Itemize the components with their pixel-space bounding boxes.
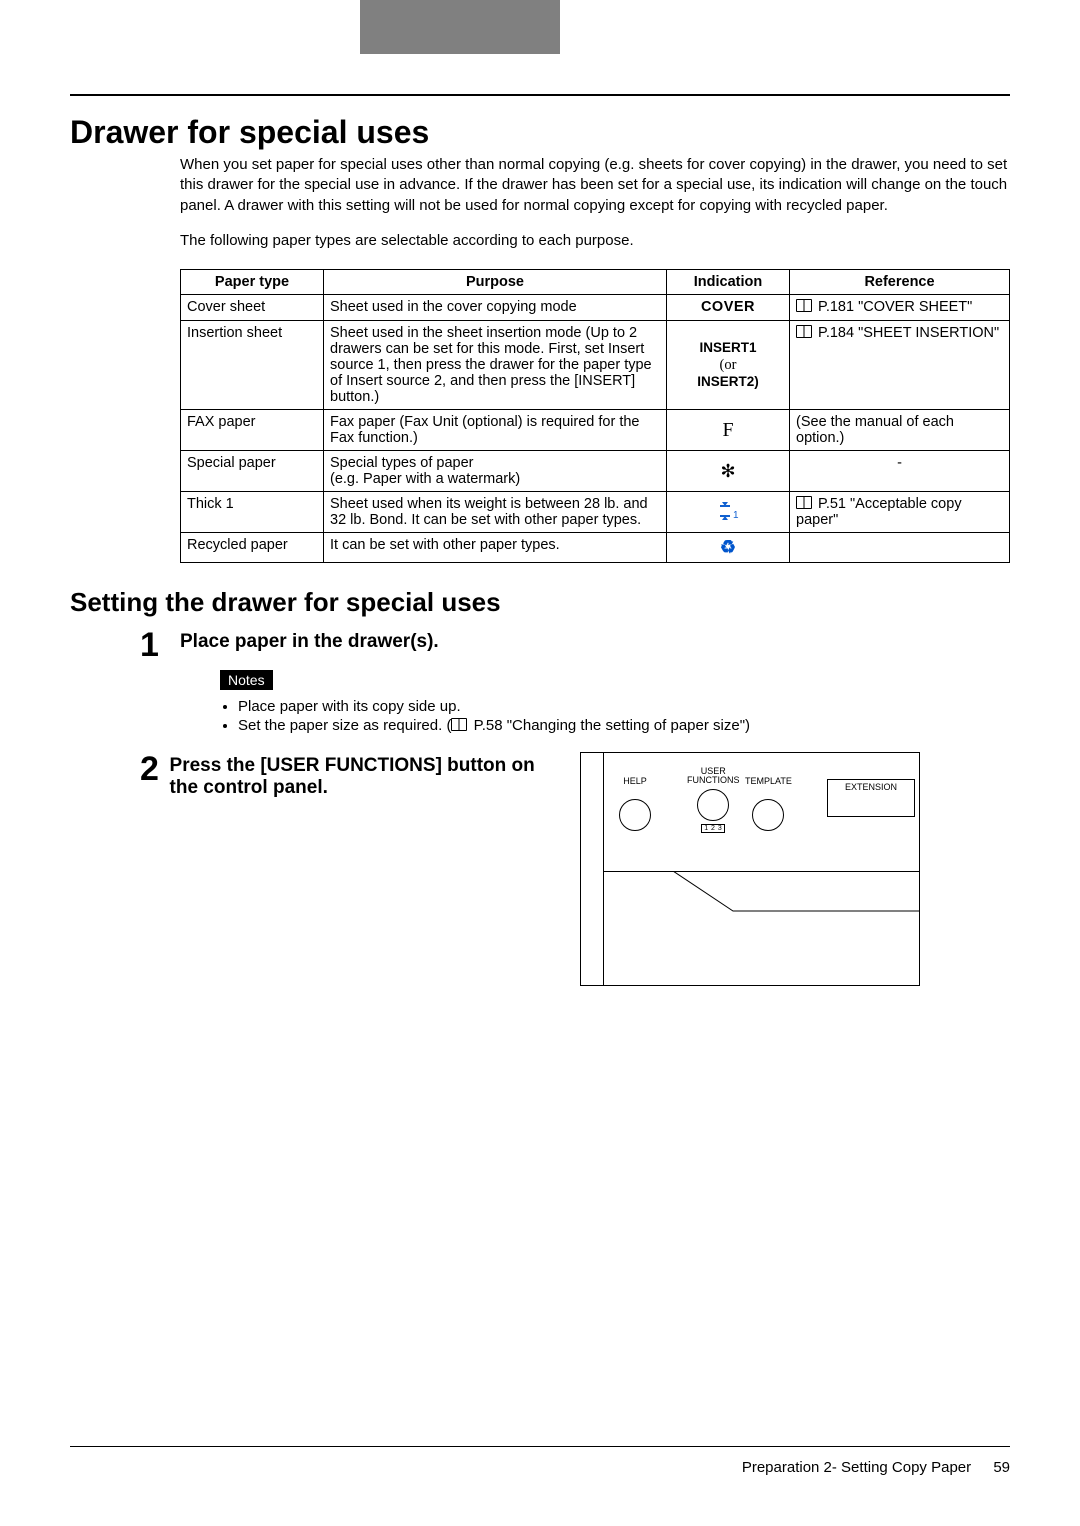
table-row: Insertion sheet Sheet used in the sheet … (181, 321, 1010, 410)
template-button-group: TEMPLATE (745, 767, 792, 831)
table-lead-text: The following paper types are selectable… (180, 231, 1010, 251)
template-button (752, 799, 784, 831)
cell-reference: P.51 "Acceptable copy paper" (790, 492, 1010, 533)
extension-button: EXTENSION (827, 779, 915, 817)
notes-badge: Notes (220, 670, 273, 690)
cell-reference: P.181 "COVER SHEET" (790, 295, 1010, 321)
table-row: Cover sheet Sheet used in the cover copy… (181, 295, 1010, 321)
cell-purpose: It can be set with other paper types. (324, 533, 667, 563)
cell-indication: ✻ (667, 451, 790, 492)
help-label: HELP (619, 767, 651, 797)
page-footer: Preparation 2- Setting Copy Paper 59 (0, 1459, 1080, 1496)
paper-type-table: Paper type Purpose Indication Reference … (180, 269, 1010, 563)
header-tab (360, 0, 560, 54)
cell-type: Insertion sheet (181, 321, 324, 410)
cell-purpose: Special types of paper (e.g. Paper with … (324, 451, 667, 492)
book-icon (796, 325, 812, 338)
cell-indication: COVER (667, 295, 790, 321)
rule-footer (70, 1446, 1010, 1447)
user-functions-button-group: USER FUNCTIONS 1 2 3 (687, 767, 740, 833)
cell-indication: ♻ (667, 533, 790, 563)
cell-type: FAX paper (181, 410, 324, 451)
cell-indication: F (667, 410, 790, 451)
step-number: 1 (140, 628, 180, 662)
cell-reference: (See the manual of each option.) (790, 410, 1010, 451)
thick1-icon: 1 (716, 502, 740, 522)
bullet-item: Set the paper size as required. ( P.58 "… (238, 717, 1010, 734)
bullet-item: Place paper with its copy side up. (238, 698, 1010, 715)
help-button (619, 799, 651, 831)
intro-paragraph: When you set paper for special uses othe… (180, 155, 1010, 216)
rule-top (70, 94, 1010, 96)
footer-page-number: 59 (993, 1459, 1010, 1476)
small-123-indicator: 1 2 3 (701, 824, 725, 833)
th-paper-type: Paper type (181, 270, 324, 295)
step-2: 2 Press the [USER FUNCTIONS] button on t… (140, 752, 1010, 986)
cell-purpose: Sheet used in the cover copying mode (324, 295, 667, 321)
book-icon (451, 718, 467, 731)
cell-type: Thick 1 (181, 492, 324, 533)
user-functions-label: USER FUNCTIONS (687, 767, 740, 787)
user-functions-button (697, 789, 729, 821)
cell-type: Special paper (181, 451, 324, 492)
control-panel-figure: HELP USER FUNCTIONS 1 2 3 TEMPLATE EXTEN… (580, 752, 920, 986)
book-icon (796, 496, 812, 509)
table-row: Thick 1 Sheet used when its weight is be… (181, 492, 1010, 533)
cell-reference (790, 533, 1010, 563)
step-1-content: Notes Place paper with its copy side up.… (220, 670, 1010, 734)
cell-type: Recycled paper (181, 533, 324, 563)
step-number: 2 (140, 752, 170, 799)
cell-purpose: Fax paper (Fax Unit (optional) is requir… (324, 410, 667, 451)
cell-indication: INSERT1 (or INSERT2) (667, 321, 790, 410)
footer-chapter: Preparation 2- Setting Copy Paper (742, 1459, 971, 1476)
page-title: Drawer for special uses (70, 114, 1010, 151)
table-row: FAX paper Fax paper (Fax Unit (optional)… (181, 410, 1010, 451)
help-button-group: HELP (619, 767, 651, 831)
svg-text:1: 1 (733, 510, 739, 521)
cell-indication: 1 (667, 492, 790, 533)
panel-ledge (581, 753, 604, 985)
table-row: Special paper Special types of paper (e.… (181, 451, 1010, 492)
cell-reference: - (790, 451, 1010, 492)
step-title: Place paper in the drawer(s). (180, 631, 439, 653)
th-reference: Reference (790, 270, 1010, 295)
cell-purpose: Sheet used when its weight is between 28… (324, 492, 667, 533)
table-row: Recycled paper It can be set with other … (181, 533, 1010, 563)
step-title: Press the [USER FUNCTIONS] button on the… (170, 755, 560, 799)
step-1: 1 Place paper in the drawer(s). (140, 628, 1010, 662)
th-purpose: Purpose (324, 270, 667, 295)
template-label: TEMPLATE (745, 767, 792, 797)
cell-reference: P.184 "SHEET INSERTION" (790, 321, 1010, 410)
cell-purpose: Sheet used in the sheet insertion mode (… (324, 321, 667, 410)
th-indication: Indication (667, 270, 790, 295)
panel-diagonal (673, 871, 920, 986)
section-subhead: Setting the drawer for special uses (70, 587, 1010, 618)
book-icon (796, 299, 812, 312)
cell-type: Cover sheet (181, 295, 324, 321)
